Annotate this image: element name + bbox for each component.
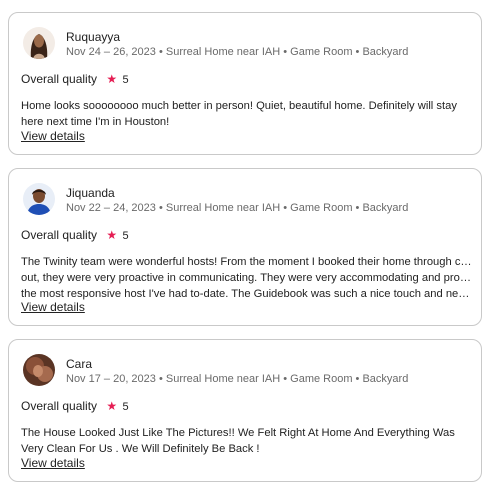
review-text-line: The Twinity team were wonderful hosts! F…	[21, 256, 473, 268]
stay-details: Nov 22 – 24, 2023 • Surreal Home near IA…	[66, 202, 409, 214]
overall-quality-row: Overall quality ★ 5	[21, 399, 129, 415]
view-details-link[interactable]: View details	[21, 129, 85, 143]
overall-quality-row: Overall quality ★ 5	[21, 72, 129, 88]
star-icon: ★	[106, 228, 118, 242]
avatar-photo	[23, 27, 55, 59]
review-text: The House Looked Just Like The Pictures!…	[21, 427, 455, 455]
avatar[interactable]	[23, 27, 55, 59]
overall-quality-row: Overall quality ★ 5	[21, 228, 129, 244]
reviewer-name: Jiquanda	[66, 186, 115, 200]
avatar[interactable]	[23, 183, 55, 215]
stay-details: Nov 24 – 26, 2023 • Surreal Home near IA…	[66, 46, 409, 58]
review-card: Jiquanda Nov 22 – 24, 2023 • Surreal Hom…	[8, 168, 482, 326]
star-icon: ★	[106, 399, 118, 413]
view-details-link[interactable]: View details	[21, 456, 85, 470]
review-text: The Twinity team were wonderful hosts! F…	[21, 254, 473, 302]
stay-details: Nov 17 – 20, 2023 • Surreal Home near IA…	[66, 373, 409, 385]
rating-value: 5	[122, 230, 129, 242]
view-details-link[interactable]: View details	[21, 300, 85, 314]
reviewer-name: Ruquayya	[66, 30, 121, 44]
avatar[interactable]	[23, 354, 55, 386]
rating-value: 5	[122, 74, 129, 86]
review-card: Ruquayya Nov 24 – 26, 2023 • Surreal Hom…	[8, 12, 482, 155]
avatar-photo	[23, 183, 55, 215]
overall-quality-label: Overall quality	[21, 399, 98, 413]
review-card: Cara Nov 17 – 20, 2023 • Surreal Home ne…	[8, 339, 482, 482]
reviewer-name: Cara	[66, 357, 93, 371]
overall-quality-label: Overall quality	[21, 72, 98, 86]
star-icon: ★	[106, 72, 118, 86]
review-text-line: the most responsive host I've had to-dat…	[21, 288, 473, 300]
review-text-line: out, they were very proactive in communi…	[21, 272, 473, 284]
reviews-list: Ruquayya Nov 24 – 26, 2023 • Surreal Hom…	[0, 0, 500, 500]
rating-value: 5	[122, 401, 129, 413]
avatar-photo	[23, 354, 55, 386]
review-text: Home looks soooooooo much better in pers…	[21, 100, 457, 128]
overall-quality-label: Overall quality	[21, 228, 98, 242]
